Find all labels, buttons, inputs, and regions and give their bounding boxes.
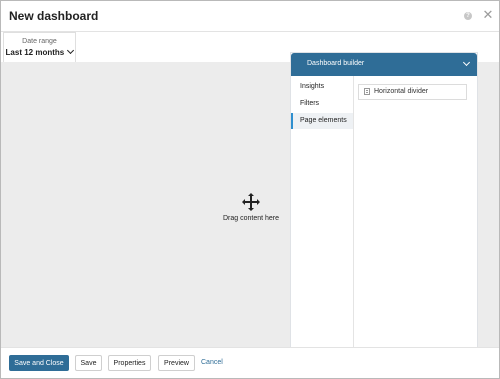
element-label: Horizontal divider	[374, 88, 429, 95]
close-icon[interactable]: ✕	[481, 8, 495, 22]
builder-header[interactable]: Dashboard builder	[291, 53, 477, 76]
title-bar: New dashboard ? ✕	[1, 1, 499, 32]
save-button[interactable]: Save	[75, 355, 102, 371]
move-icon	[242, 193, 260, 211]
date-range-label: Date range	[22, 38, 57, 45]
builder-tabs: Insights Filters Page elements	[291, 76, 354, 349]
date-range-filter[interactable]: Date range Last 12 months	[3, 32, 76, 64]
builder-title: Dashboard builder	[307, 60, 365, 67]
chevron-down-icon	[67, 46, 75, 55]
tab-insights[interactable]: Insights	[291, 79, 353, 95]
cancel-link[interactable]: Cancel	[201, 359, 223, 366]
preview-button[interactable]: Preview	[158, 355, 195, 371]
properties-button[interactable]: Properties	[108, 355, 151, 371]
dashboard-window: New dashboard ? ✕ Date range Last 12 mon…	[0, 0, 500, 379]
date-range-value-text: Last 12 months	[5, 48, 65, 57]
footer-bar: Save and Close Save Properties Preview C…	[1, 347, 499, 378]
window-title: New dashboard	[9, 9, 99, 23]
tab-page-elements[interactable]: Page elements	[291, 113, 353, 129]
save-and-close-button[interactable]: Save and Close	[9, 355, 69, 371]
help-icon[interactable]: ?	[464, 12, 472, 20]
element-horizontal-divider[interactable]: Horizontal divider	[358, 84, 467, 100]
divider-icon	[364, 88, 370, 95]
builder-elements: Horizontal divider	[354, 76, 477, 349]
chevron-down-icon[interactable]	[462, 58, 471, 67]
dashboard-builder-panel: Dashboard builder Insights Filters Page …	[290, 52, 478, 349]
tab-filters[interactable]: Filters	[291, 96, 353, 112]
date-range-value[interactable]: Last 12 months	[4, 46, 75, 57]
